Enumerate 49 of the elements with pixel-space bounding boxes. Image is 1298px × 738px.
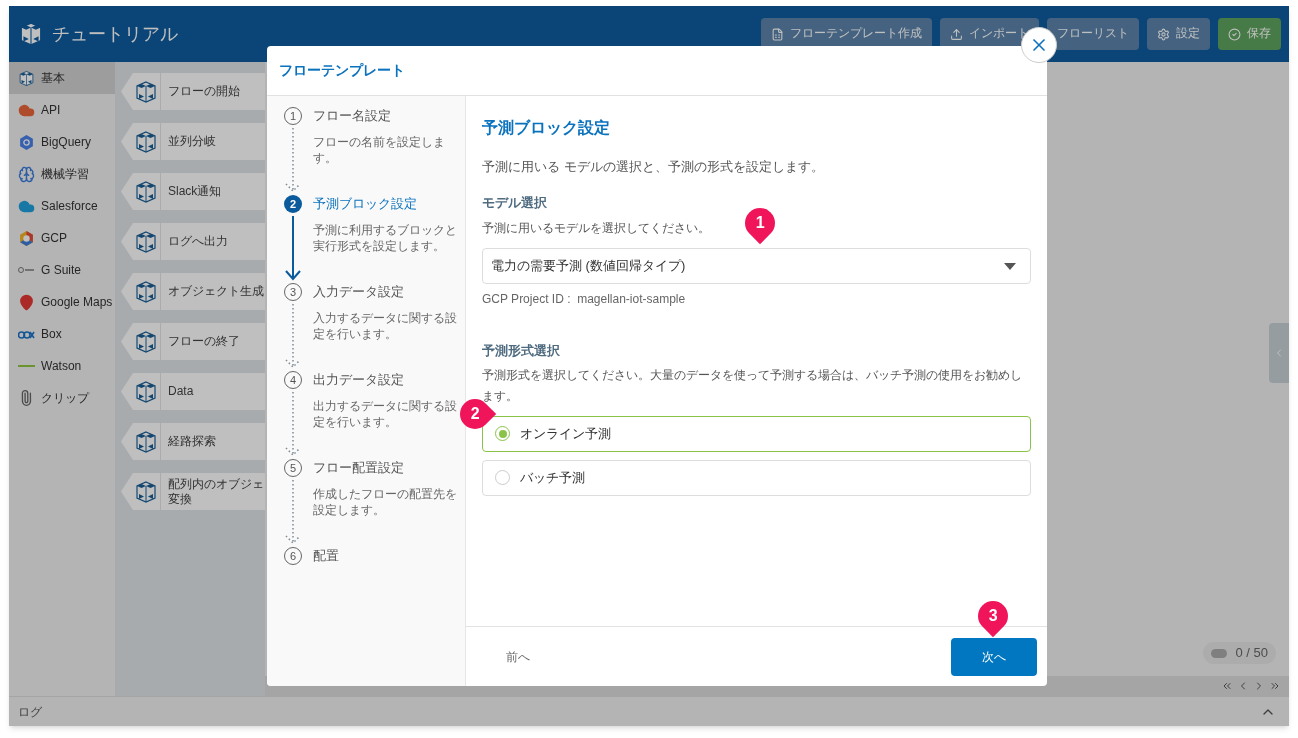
- counter-text: 0 / 50: [1235, 644, 1268, 663]
- block-item[interactable]: Slack通知: [121, 173, 265, 210]
- step-description: 入力するデータに関する設定を行います。: [313, 310, 458, 342]
- block-item[interactable]: 並列分岐: [121, 123, 265, 160]
- project-id-text: GCP Project ID : magellan-iot-sample: [482, 291, 686, 308]
- field-hint: 予測形式を選択してください。大量のデータを使って予測する場合は、バッチ予測の使用をお勧めします。: [482, 366, 1023, 405]
- step-title[interactable]: 出力データ設定: [313, 370, 465, 390]
- step-title[interactable]: フロー配置設定: [313, 458, 465, 478]
- field-label: モデル選択: [482, 193, 547, 212]
- block-label: 配列内のオブジェ 変換: [167, 476, 264, 507]
- toolbar-button[interactable]: フローリスト: [1047, 18, 1139, 50]
- field-label: 予測形式選択: [482, 342, 560, 360]
- block-item[interactable]: オブジェクト生成: [121, 273, 265, 310]
- block-label: 経路探索: [167, 434, 216, 449]
- step-description: 予測に利用するブロックと実行形式を設定します。: [313, 222, 458, 254]
- radio-option[interactable]: オンライン予測: [482, 415, 1031, 452]
- step-title[interactable]: 配置: [313, 546, 465, 566]
- block-label: フローの開始: [167, 84, 240, 99]
- field-hint: 予測に用いるモデルを選択してください。: [482, 220, 710, 237]
- section-description: 予測に用いる モデルの選択と、予測の形式を設定します。: [482, 158, 824, 176]
- toolbar-button[interactable]: 設定: [1147, 18, 1210, 50]
- block-item[interactable]: ログへ出力: [121, 223, 265, 260]
- modal-title: フローテンプレート: [279, 61, 405, 80]
- app-title: チュートリアル: [52, 22, 178, 46]
- block-item[interactable]: フローの終了: [121, 323, 265, 360]
- block-label: ログへ出力: [167, 234, 228, 249]
- next-button[interactable]: 次へ: [951, 637, 1037, 676]
- step-description: フローの名前を設定します。: [313, 134, 446, 166]
- radio-option[interactable]: バッチ予測: [482, 459, 1031, 496]
- step-description: 出力するデータに関する設定を行います。: [313, 398, 458, 430]
- block-item[interactable]: 経路探索: [121, 423, 265, 460]
- block-label: 並列分岐: [167, 134, 216, 149]
- step-number: 2: [284, 195, 302, 213]
- back-button[interactable]: 前へ: [494, 637, 542, 676]
- model-select[interactable]: 電力の需要予測 (数値回帰タイプ): [482, 248, 1031, 284]
- section-heading: 予測ブロック設定: [482, 118, 610, 138]
- block-item[interactable]: 配列内のオブジェ 変換: [121, 473, 265, 510]
- step-description: 作成したフローの配置先を設定します。: [313, 486, 458, 518]
- step-title[interactable]: フロー名設定: [313, 106, 465, 126]
- block-label: オブジェクト生成: [167, 284, 264, 299]
- block-item[interactable]: Data: [121, 373, 265, 410]
- step-title[interactable]: 入力データ設定: [313, 282, 465, 302]
- log-title: ログ: [18, 703, 42, 721]
- block-label: Slack通知: [167, 184, 222, 199]
- sidebar-item[interactable]: 基本: [9, 62, 115, 94]
- block-label: Data: [167, 384, 194, 399]
- step-title[interactable]: 予測ブロック設定: [313, 194, 465, 214]
- block-label: フローの終了: [167, 334, 240, 349]
- block-item[interactable]: フローの開始: [121, 73, 265, 110]
